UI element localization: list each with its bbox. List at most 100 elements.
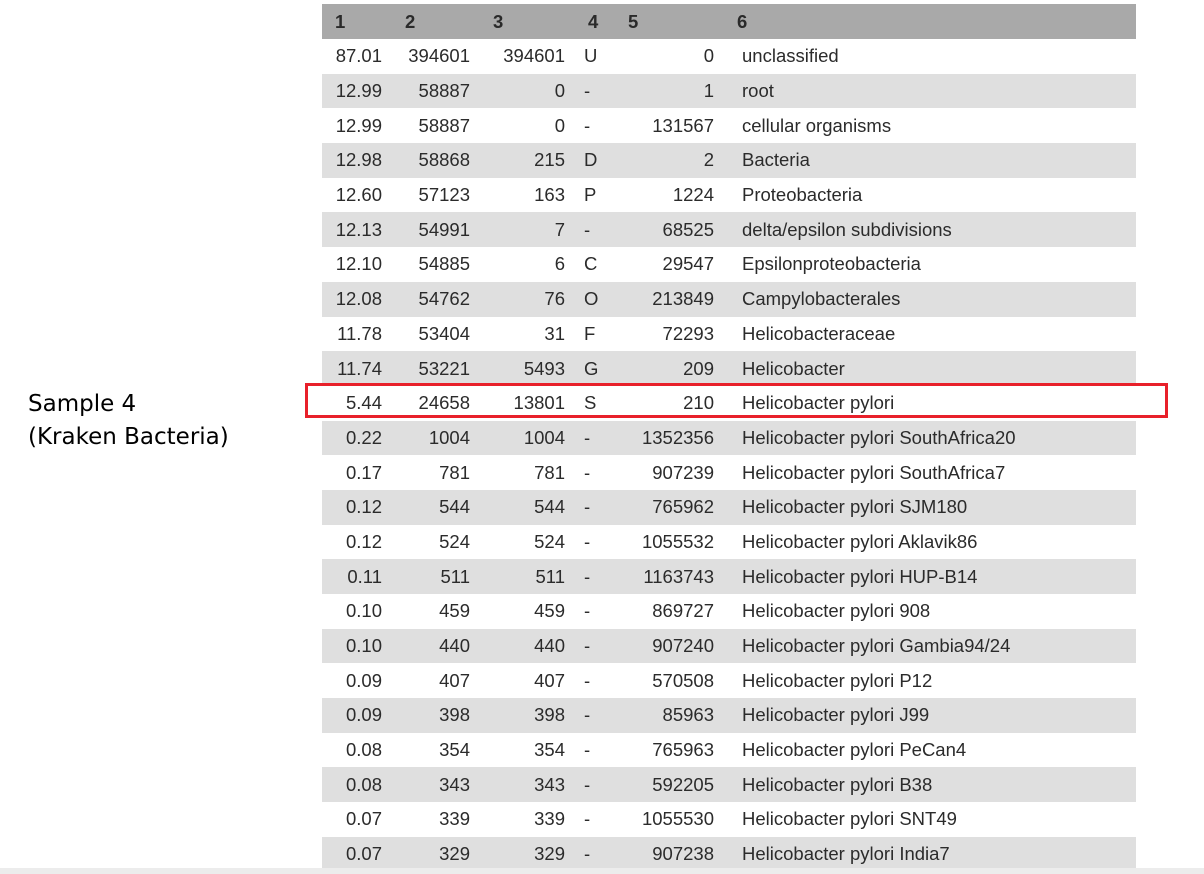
table-row: 12.99 58887 0- 131567 cellular organisms [322,108,1136,144]
percent-cell: 0.12 [345,530,382,552]
reads-clade-cell: 58887 [418,80,470,102]
rank-cell: - [584,669,591,691]
taxon-name-cell: Helicobacter pylori Aklavik86 [742,530,978,552]
table-row: 5.44 24658 13801 S 210 Helicobacter pylori [322,385,1136,421]
reads-taxon-cell: 544 [534,496,565,518]
header-cell[interactable]: 5 [615,4,724,39]
reads-clade-cell: 54762 [418,288,470,310]
rank-cell: - [584,80,591,102]
table-row: 0.10 459 459-869727 Helicobacter pylori 908 [322,594,1136,629]
taxid-cell: 1055530 [641,808,714,830]
rank-cell: - [584,461,591,483]
reads-clade-cell: 58887 [418,114,470,136]
rank-cell: - [584,704,591,726]
header-cell[interactable]: 4 [575,4,615,39]
reads-clade-cell: 511 [440,565,471,587]
table-row: 12.13 54991 7- 68525 delta/epsilon subdivisi… [322,212,1136,248]
reads-taxon-cell: 5493 [523,357,565,379]
taxid-cell: 765962 [652,496,714,518]
table-row: 12.60 57123 163 P 1224 Proteobacteria [322,177,1136,213]
percent-cell: 11.74 [337,357,382,379]
taxid-cell: 907239 [652,461,714,483]
percent-cell: 12.99 [335,114,382,136]
header-cell[interactable]: 3 [480,4,575,39]
taxid-cell: 1224 [672,184,714,206]
percent-cell: 0.10 [345,600,382,622]
taxid-cell: 1163743 [643,565,714,587]
percent-cell: 0.11 [347,565,382,587]
table-row: 12.99 58887 0- 1 root [322,73,1136,109]
reads-clade-cell: 394601 [408,45,470,67]
reads-clade-cell: 24658 [418,392,470,414]
taxon-name-cell: unclassified [742,45,839,67]
taxon-name-cell: Bacteria [742,149,810,171]
percent-cell: 5.44 [345,392,382,414]
reads-clade-cell: 354 [439,739,470,761]
rank-cell: - [584,218,591,240]
taxon-name-cell: Helicobacter pylori HUP-B14 [742,565,978,587]
reads-clade-cell: 57123 [418,184,470,206]
kraken-report-table: 1 2 3 4 5 6 87.01 394601 394601 U 0 unclassif… [322,4,1136,872]
percent-cell: 0.08 [345,773,382,795]
rank-cell: - [584,773,591,795]
taxid-cell: 869727 [652,600,714,622]
table-row: 87.01 394601 394601 U 0 unclassified [322,39,1136,74]
taxon-name-cell: Helicobacter pylori SJM180 [742,496,968,518]
rank-cell: - [584,565,591,587]
reads-clade-cell: 329 [439,843,470,865]
header-cell[interactable]: 1 [322,4,392,39]
reads-taxon-cell: 343 [534,773,565,795]
taxon-name-cell: Helicobacter pylori Gambia94/24 [742,635,1011,657]
taxid-cell: 907240 [652,635,714,657]
percent-cell: 12.08 [335,288,382,310]
reads-clade-cell: 524 [439,530,470,552]
bottom-strip [0,868,1204,874]
taxid-cell: 570508 [652,669,714,691]
percent-cell: 12.98 [335,149,382,171]
reads-clade-cell: 339 [439,808,470,830]
taxon-name-cell: Helicobacter [742,357,845,379]
taxid-cell: 72293 [662,322,714,344]
taxid-cell: 210 [683,392,714,414]
reads-taxon-cell: 31 [544,322,565,344]
taxid-cell: 765963 [652,739,714,761]
percent-cell: 12.10 [335,253,382,275]
table-header: 1 2 3 4 5 6 [322,4,1136,39]
table-row: 11.74 53221 5493 G 209 Helicobacter [322,351,1136,386]
header-cell[interactable]: 2 [392,4,480,39]
reads-taxon-cell: 339 [534,808,565,830]
rank-cell: G [584,357,599,379]
taxid-cell: 213849 [652,288,714,310]
taxid-cell: 1055532 [641,530,714,552]
taxid-cell: 592205 [652,773,714,795]
sample-label-line2: (Kraken Bacteria) [28,424,229,450]
percent-cell: 12.99 [335,80,382,102]
taxon-name-cell: Helicobacter pylori B38 [742,773,933,795]
percent-cell: 0.09 [345,704,382,726]
percent-cell: 12.13 [335,218,382,240]
reads-taxon-cell: 1004 [523,426,565,448]
taxid-cell: 85963 [662,704,714,726]
taxid-cell: 68525 [662,218,714,240]
taxid-cell: 209 [683,357,714,379]
taxon-name-cell: Epsilonproteobacteria [742,253,921,275]
percent-cell: 12.60 [335,184,382,206]
reads-taxon-cell: 76 [544,288,565,310]
table-row: 12.08 54762 76 O 213849 Campylobacterales [322,281,1136,317]
reads-clade-cell: 781 [439,461,470,483]
taxid-cell: 2 [703,149,714,171]
reads-clade-cell: 440 [439,635,470,657]
percent-cell: 0.09 [345,669,382,691]
reads-clade-cell: 54885 [418,253,470,275]
reads-taxon-cell: 407 [534,669,565,691]
reads-clade-cell: 459 [439,600,470,622]
percent-cell: 0.12 [345,496,382,518]
percent-cell: 0.17 [345,461,382,483]
reads-taxon-cell: 440 [534,635,565,657]
table-row: 0.17 781 781-907239 Helicobacter pylori Sou… [322,455,1136,490]
taxon-name-cell: Campylobacterales [742,288,901,310]
reads-clade-cell: 53221 [418,357,470,379]
rank-cell: - [584,600,591,622]
reads-taxon-cell: 398 [534,704,565,726]
header-cell[interactable]: 6 [724,4,1136,39]
